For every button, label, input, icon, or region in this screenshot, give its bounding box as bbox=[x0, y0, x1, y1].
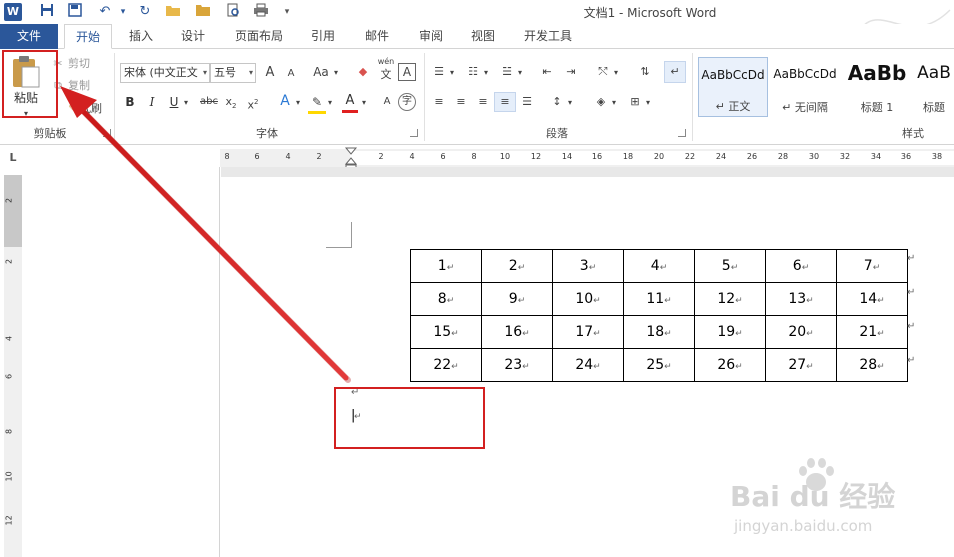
watermark-url: jingyan.baidu.com bbox=[734, 517, 873, 535]
baidu-watermark: Bai du 经验 jingyan.baidu.com bbox=[730, 455, 950, 555]
watermark-brand: Bai du 经验 bbox=[730, 480, 896, 513]
